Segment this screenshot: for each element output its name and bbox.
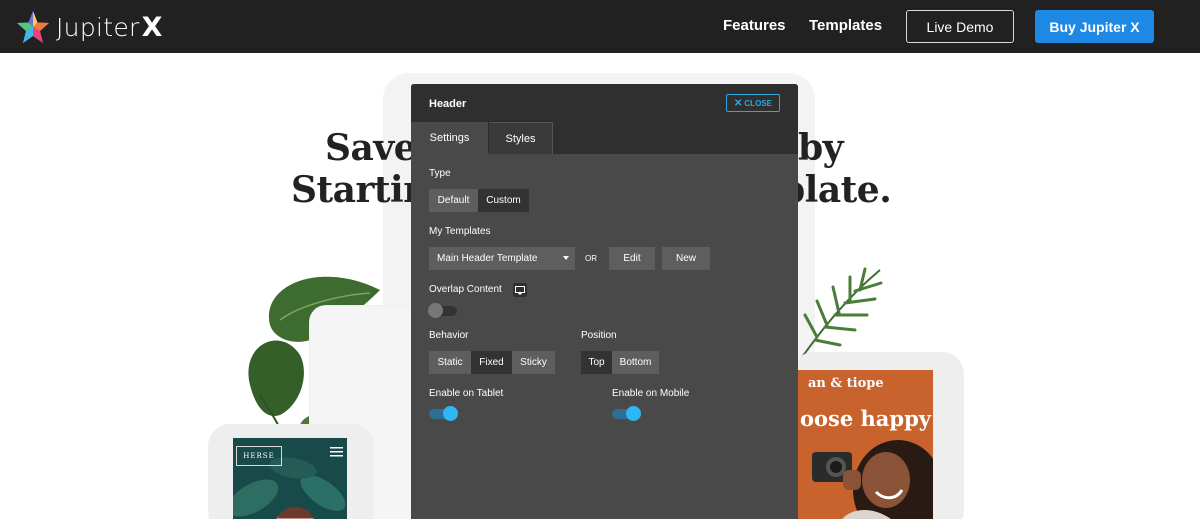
type-custom-option[interactable]: Custom [478,189,529,212]
template-select-value: Main Header Template [437,253,538,264]
tab-settings[interactable]: Settings [411,122,488,154]
position-top-option[interactable]: Top [581,351,612,374]
star-logo-icon [17,11,49,43]
type-label: Type [429,168,451,179]
behavior-label: Behavior [429,330,469,341]
toggle-knob [428,303,443,318]
or-label: OR [585,254,597,263]
type-default-option[interactable]: Default [429,189,478,212]
behavior-sticky-option[interactable]: Sticky [512,351,555,374]
close-label: CLOSE [744,98,772,108]
close-button[interactable]: ✕ CLOSE [726,94,780,112]
live-demo-button[interactable]: Live Demo [906,10,1014,43]
nav-templates-link[interactable]: Templates [809,17,882,34]
hamburger-menu-icon [330,447,343,457]
close-icon: ✕ [734,97,743,109]
top-navbar: Jupiter X Features Templates Live Demo B… [0,0,1200,53]
woman-with-camera-photo [812,440,933,519]
fern-plant-illustration [799,267,883,361]
site-logo[interactable]: Jupiter X [16,10,162,44]
right-phone-tagline: oose happy [800,406,931,431]
logo-text: Jupiter [56,12,140,42]
toggle-knob [443,406,458,421]
template-select[interactable]: Main Header Template [429,247,575,270]
right-phone-brand: an & tiope [808,376,884,391]
header-settings-panel: Header ✕ CLOSE Settings Styles Type Defa… [411,84,798,519]
edit-template-button[interactable]: Edit [609,247,655,270]
enable-tablet-toggle[interactable] [429,406,458,421]
left-phone-brand: HERSE [236,446,282,466]
monitor-glyph [515,285,525,294]
position-label: Position [581,330,617,341]
caret-down-icon [563,256,569,260]
hero-heading-right-1: by [798,127,844,169]
behavior-fixed-option[interactable]: Fixed [471,351,512,374]
right-phone-screen [798,370,933,519]
overlap-content-label: Overlap Content [429,284,502,295]
overlap-content-toggle[interactable] [428,303,457,318]
buy-jupiter-button[interactable]: Buy Jupiter X [1035,10,1154,43]
enable-mobile-label: Enable on Mobile [612,388,690,399]
new-template-button[interactable]: New [662,247,710,270]
monitor-icon[interactable] [513,283,527,297]
nav-features-link[interactable]: Features [723,17,786,34]
tab-styles[interactable]: Styles [489,122,553,154]
hero-heading-left-2: Startin [291,169,429,211]
enable-mobile-toggle[interactable] [612,406,641,421]
page-root: Jupiter X Features Templates Live Demo B… [0,0,1200,519]
enable-tablet-label: Enable on Tablet [429,388,504,399]
my-templates-label: My Templates [429,226,491,237]
logo-x: X [141,11,163,43]
position-bottom-option[interactable]: Bottom [612,351,659,374]
behavior-static-option[interactable]: Static [429,351,471,374]
toggle-knob [626,406,641,421]
panel-title: Header [429,98,467,110]
hero-heading-left-1: Save [325,127,417,169]
